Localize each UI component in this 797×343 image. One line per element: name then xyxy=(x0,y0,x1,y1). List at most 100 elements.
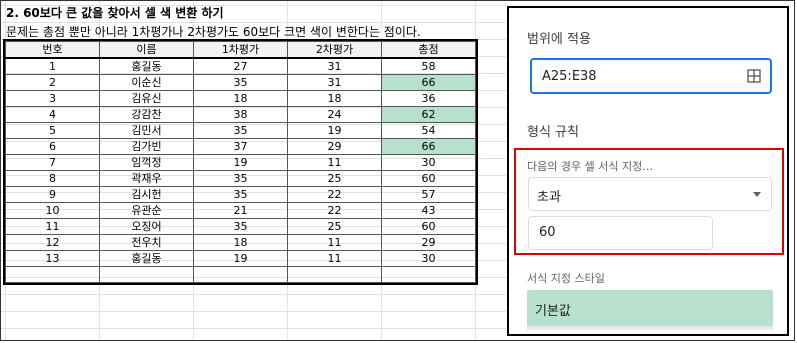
table-cell[interactable]: 66 xyxy=(381,74,476,91)
table-row: 3 김유신 18 18 36 xyxy=(5,90,476,107)
table-cell[interactable]: 30 xyxy=(381,154,476,171)
table-cell[interactable]: 21 xyxy=(193,202,288,219)
table-cell[interactable]: 1 xyxy=(5,57,100,75)
data-table: 번호 이름 1차평가 2차평가 총점 1 홍길동 27 31 58 2 이순신 35 31 66 3… xyxy=(3,39,478,285)
table-cell[interactable] xyxy=(193,266,288,283)
table-cell[interactable]: 12 xyxy=(5,234,100,251)
table-cell[interactable]: 35 xyxy=(193,186,288,203)
table-cell[interactable]: 4 xyxy=(5,106,100,123)
table-cell[interactable]: 57 xyxy=(381,186,476,203)
table-cell[interactable]: 22 xyxy=(287,202,382,219)
table-cell[interactable]: 임꺽정 xyxy=(99,154,194,171)
table-cell[interactable]: 13 xyxy=(5,250,100,267)
table-cell[interactable]: 24 xyxy=(287,106,382,123)
table-cell[interactable]: 곽재우 xyxy=(99,170,194,187)
table-row: 10 유관순 21 22 43 xyxy=(5,202,476,219)
table-cell[interactable]: 31 xyxy=(287,57,382,75)
condition-dropdown[interactable]: 초과 xyxy=(528,177,772,211)
chevron-down-icon xyxy=(753,192,761,197)
table-cell[interactable]: 58 xyxy=(381,57,476,75)
table-cell[interactable]: 5 xyxy=(5,122,100,139)
table-cell[interactable]: 19 xyxy=(193,154,288,171)
table-cell[interactable]: 35 xyxy=(193,122,288,139)
table-cell[interactable]: 전우치 xyxy=(99,234,194,251)
table-cell[interactable]: 18 xyxy=(193,234,288,251)
table-cell[interactable]: 김가빈 xyxy=(99,138,194,155)
format-style-preview[interactable]: 기본값 xyxy=(527,290,773,330)
table-row: 8 곽재우 35 25 60 xyxy=(5,170,476,187)
table-cell[interactable]: 7 xyxy=(5,154,100,171)
table-cell[interactable]: 31 xyxy=(287,74,382,91)
condition-label: 다음의 경우 셀 서식 지정… xyxy=(527,160,654,173)
conditional-format-panel: 범위에 적용 A25:E38 형식 규칙 다음의 경우 셀 서식 지정… 초과 … xyxy=(507,6,789,336)
table-cell[interactable]: 3 xyxy=(5,90,100,107)
table-cell[interactable] xyxy=(5,266,100,283)
header-cell[interactable]: 1차평가 xyxy=(193,41,288,59)
table-cell[interactable]: 25 xyxy=(287,170,382,187)
table-cell[interactable]: 66 xyxy=(381,138,476,155)
table-cell[interactable]: 18 xyxy=(287,90,382,107)
table-cell[interactable]: 29 xyxy=(381,234,476,251)
table-cell[interactable]: 11 xyxy=(287,234,382,251)
table-cell[interactable] xyxy=(287,266,382,283)
table-cell[interactable]: 강감찬 xyxy=(99,106,194,123)
table-cell[interactable]: 10 xyxy=(5,202,100,219)
header-cell[interactable]: 2차평가 xyxy=(287,41,382,59)
table-row: 6 김가빈 37 29 66 xyxy=(5,138,476,155)
table-cell[interactable]: 김민서 xyxy=(99,122,194,139)
table-cell[interactable]: 22 xyxy=(287,186,382,203)
table-row: 4 강감찬 38 24 62 xyxy=(5,106,476,123)
sheet-title: 2. 60보다 큰 값을 찾아서 셀 색 변환 하기 xyxy=(6,6,224,20)
table-cell[interactable]: 김유신 xyxy=(99,90,194,107)
table-cell[interactable]: 오징어 xyxy=(99,218,194,235)
table-cell[interactable]: 35 xyxy=(193,74,288,91)
table-cell[interactable]: 29 xyxy=(287,138,382,155)
table-cell[interactable]: 6 xyxy=(5,138,100,155)
header-cell[interactable]: 총점 xyxy=(381,41,476,59)
condition-value: 초과 xyxy=(537,190,561,205)
table-cell[interactable]: 11 xyxy=(5,218,100,235)
header-cell[interactable]: 이름 xyxy=(99,41,194,59)
table-cell[interactable]: 36 xyxy=(381,90,476,107)
table-cell[interactable]: 27 xyxy=(193,57,288,75)
table-cell[interactable]: 18 xyxy=(193,90,288,107)
table-cell[interactable]: 25 xyxy=(287,218,382,235)
range-input[interactable]: A25:E38 xyxy=(530,58,772,94)
threshold-input[interactable]: 60 xyxy=(528,216,713,250)
table-cell[interactable]: 30 xyxy=(381,250,476,267)
table-cell[interactable]: 38 xyxy=(193,106,288,123)
table-cell[interactable]: 35 xyxy=(193,218,288,235)
table-row: 12 전우치 18 11 29 xyxy=(5,234,476,251)
spreadsheet-area: 2. 60보다 큰 값을 찾아서 셀 색 변환 하기 문제는 총점 뿐만 아니라… xyxy=(1,1,506,340)
table-cell[interactable] xyxy=(99,266,194,283)
table-cell[interactable]: 19 xyxy=(287,122,382,139)
table-cell[interactable]: 이순신 xyxy=(99,74,194,91)
table-cell[interactable]: 60 xyxy=(381,170,476,187)
table-cell[interactable]: 홍길동 xyxy=(99,250,194,267)
table-cell[interactable]: 홍길동 xyxy=(99,57,194,75)
table-cell[interactable]: 유관순 xyxy=(99,202,194,219)
highlight-box: 다음의 경우 셀 서식 지정… 초과 60 xyxy=(514,148,784,255)
table-cell[interactable]: 35 xyxy=(193,170,288,187)
table-cell[interactable]: 54 xyxy=(381,122,476,139)
format-rules-label: 형식 규칙 xyxy=(527,125,579,140)
table-cell[interactable]: 19 xyxy=(193,250,288,267)
range-value: A25:E38 xyxy=(542,69,597,84)
table-cell[interactable]: 8 xyxy=(5,170,100,187)
table-cell[interactable]: 60 xyxy=(381,218,476,235)
table-cell[interactable]: 김시헌 xyxy=(99,186,194,203)
table-cell[interactable]: 11 xyxy=(287,250,382,267)
table-cell[interactable]: 43 xyxy=(381,202,476,219)
table-cell[interactable]: 9 xyxy=(5,186,100,203)
table-cell[interactable]: 37 xyxy=(193,138,288,155)
table-row: 9 김시헌 35 22 57 xyxy=(5,186,476,203)
header-cell[interactable]: 번호 xyxy=(5,41,100,59)
table-cell[interactable]: 62 xyxy=(381,106,476,123)
apply-range-label: 범위에 적용 xyxy=(527,32,591,47)
table-cell[interactable]: 2 xyxy=(5,74,100,91)
style-label: 서식 지정 스타일 xyxy=(527,272,605,285)
table-row: 13 홍길동 19 11 30 xyxy=(5,250,476,267)
table-cell[interactable] xyxy=(381,266,476,283)
table-cell[interactable]: 11 xyxy=(287,154,382,171)
grid-icon[interactable] xyxy=(747,69,761,83)
